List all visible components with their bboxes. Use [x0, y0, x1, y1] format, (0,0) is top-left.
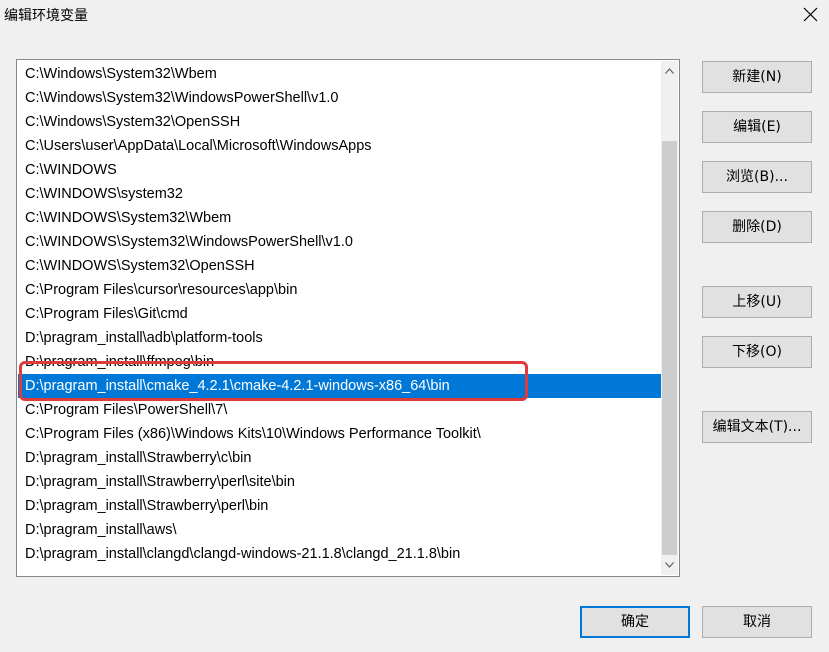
new-button[interactable]: 新建(N) [702, 61, 812, 93]
dialog-title: 编辑环境变量 [4, 8, 88, 24]
close-icon [803, 7, 818, 22]
list-item[interactable]: C:\WINDOWS\System32\OpenSSH [18, 254, 661, 278]
chevron-up-icon [665, 68, 674, 74]
vertical-scrollbar[interactable] [661, 61, 678, 575]
list-item[interactable]: D:\pragram_install\ffmpeg\bin [18, 350, 661, 374]
list-item[interactable]: D:\pragram_install\Strawberry\perl\site\… [18, 470, 661, 494]
scrollbar-thumb[interactable] [662, 141, 677, 555]
list-item[interactable]: C:\Program Files (x86)\Windows Kits\10\W… [18, 422, 661, 446]
list-item[interactable]: D:\pragram_install\aws\ [18, 518, 661, 542]
chevron-down-icon [665, 562, 674, 568]
list-item[interactable]: C:\WINDOWS [18, 158, 661, 182]
browse-button[interactable]: 浏览(B)... [702, 161, 812, 193]
scroll-down-button[interactable] [661, 557, 678, 574]
move-up-button[interactable]: 上移(U) [702, 286, 812, 318]
ok-button[interactable]: 确定 [580, 606, 690, 638]
list-item[interactable]: C:\Program Files\cursor\resources\app\bi… [18, 278, 661, 302]
path-list-rows: C:\Windows\System32\Wbem C:\Windows\Syste… [18, 62, 661, 566]
cancel-button[interactable]: 取消 [702, 606, 812, 638]
list-item[interactable]: C:\Windows\System32\Wbem [18, 62, 661, 86]
delete-button[interactable]: 删除(D) [702, 211, 812, 243]
list-item[interactable]: C:\Users\user\AppData\Local\Microsoft\Wi… [18, 134, 661, 158]
list-item[interactable]: D:\pragram_install\adb\platform-tools [18, 326, 661, 350]
edit-text-button[interactable]: 编辑文本(T)... [702, 411, 812, 443]
list-item[interactable]: C:\Program Files\PowerShell\7\ [18, 398, 661, 422]
list-item[interactable]: D:\pragram_install\Strawberry\perl\bin [18, 494, 661, 518]
list-item[interactable]: C:\Program Files\Git\cmd [18, 302, 661, 326]
move-down-button[interactable]: 下移(O) [702, 336, 812, 368]
list-item-selected[interactable]: D:\pragram_install\cmake_4.2.1\cmake-4.2… [18, 374, 661, 398]
list-item[interactable]: D:\pragram_install\clangd\clangd-windows… [18, 542, 661, 566]
edit-button[interactable]: 编辑(E) [702, 111, 812, 143]
list-item[interactable]: D:\pragram_install\Strawberry\c\bin [18, 446, 661, 470]
scroll-up-button[interactable] [661, 63, 678, 80]
list-item[interactable]: C:\WINDOWS\System32\WindowsPowerShell\v1… [18, 230, 661, 254]
list-item[interactable]: C:\Windows\System32\OpenSSH [18, 110, 661, 134]
list-item[interactable]: C:\WINDOWS\System32\Wbem [18, 206, 661, 230]
path-list[interactable]: C:\Windows\System32\Wbem C:\Windows\Syste… [16, 59, 680, 577]
list-item[interactable]: C:\Windows\System32\WindowsPowerShell\v1… [18, 86, 661, 110]
list-item[interactable]: C:\WINDOWS\system32 [18, 182, 661, 206]
close-button[interactable] [794, 0, 826, 30]
